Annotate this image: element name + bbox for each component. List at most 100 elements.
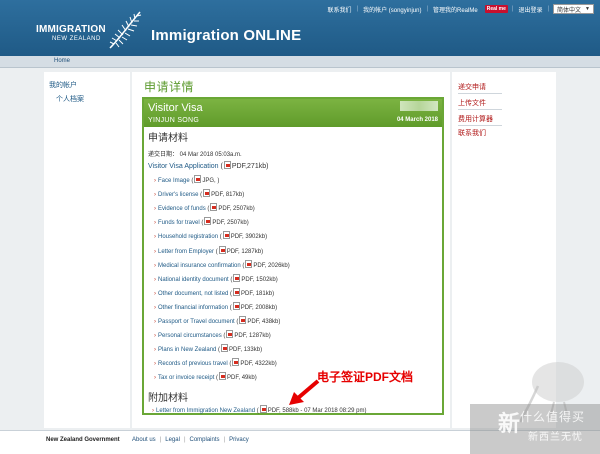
- paren: ): [252, 206, 255, 213]
- red-arrow-icon: [289, 379, 320, 405]
- document-link[interactable]: Passport or Travel document: [158, 319, 235, 325]
- page-title: 申请详情: [144, 80, 195, 94]
- paren: (: [200, 192, 203, 199]
- arrow-icon: ›: [154, 220, 156, 227]
- paren: (: [220, 163, 223, 170]
- pdf-icon: [203, 189, 211, 198]
- pdf-icon: [194, 175, 202, 183]
- document-link[interactable]: Other financial information: [158, 305, 228, 311]
- document-link[interactable]: Evidence of funds: [158, 206, 206, 212]
- application-form-row: Visitor Visa Application (PDF,271kb): [148, 161, 268, 170]
- document-link[interactable]: Records of previous travel: [158, 361, 228, 367]
- paren: (: [236, 319, 239, 325]
- nz-government-logo[interactable]: New Zealand Government: [46, 437, 120, 443]
- document-link[interactable]: Household registration: [158, 234, 218, 240]
- footer-links: About us | Legal | Complaints | Privacy: [132, 437, 249, 443]
- paren: (: [201, 220, 204, 227]
- document-info: PDF, 1287kb: [226, 248, 262, 255]
- document-link[interactable]: Personal circumstances: [158, 333, 222, 339]
- arrow-icon: ›: [154, 248, 156, 255]
- legal-link[interactable]: Legal: [165, 437, 180, 443]
- paren: ): [242, 192, 245, 199]
- about-us-link[interactable]: About us: [132, 437, 156, 443]
- submit-application-link[interactable]: 递交申请: [458, 82, 486, 92]
- arrow-icon: ›: [154, 234, 156, 241]
- document-link[interactable]: Face Image: [158, 178, 190, 184]
- top-links: 联系我们 | 我的帐户 (songyinjun) | 管理我的RealMe Re…: [323, 4, 594, 14]
- paren: (: [218, 347, 221, 354]
- document-row: › Passport or Travel document (PDF, 438kb…: [154, 316, 280, 325]
- paren: ): [265, 234, 268, 241]
- arrow-icon: ›: [154, 290, 156, 297]
- applicant-name: YINJUN SONG: [148, 117, 200, 124]
- home-link[interactable]: Home: [54, 58, 70, 64]
- left-sidebar: 我的帐户 个人档案: [44, 72, 130, 428]
- upload-files-link[interactable]: 上传文件: [458, 98, 486, 108]
- realme-badge[interactable]: Real me: [484, 5, 508, 13]
- paren: (: [230, 290, 233, 297]
- document-link[interactable]: Tax or invoice receipt: [158, 375, 214, 381]
- logout-link[interactable]: 退出登录: [513, 5, 547, 14]
- letter-link[interactable]: Letter from Immigration New Zealand: [156, 408, 255, 414]
- paren: (: [216, 375, 219, 382]
- logo-text[interactable]: IMMIGRATION: [36, 24, 106, 35]
- paren: (: [219, 234, 222, 241]
- document-row: › Personal circumstances (PDF, 1287kb): [154, 330, 271, 339]
- divider: [458, 125, 502, 126]
- language-select[interactable]: 简体中文 ▼: [553, 4, 594, 14]
- site-header: IMMIGRATION NEW ZEALAND Immigration ONLI…: [0, 0, 600, 56]
- paren: ): [275, 276, 278, 283]
- arrow-icon: ›: [154, 262, 156, 269]
- paren: ): [266, 163, 269, 170]
- fee-calculator-link[interactable]: 费用计算器: [458, 114, 493, 124]
- complaints-link[interactable]: Complaints: [190, 437, 220, 443]
- separator: |: [223, 437, 226, 443]
- document-link[interactable]: Driver's license: [158, 192, 199, 198]
- sidebar-item-profile[interactable]: 个人档案: [56, 94, 84, 104]
- pdf-icon: [204, 217, 212, 226]
- paren: ): [275, 304, 278, 311]
- language-value: 简体中文: [557, 7, 582, 14]
- document-row: › Plans in New Zealand (PDF, 133kb): [154, 344, 262, 353]
- watermark-text: 什么值得买: [520, 410, 586, 424]
- my-account-link[interactable]: 我的帐户 (songyinjun): [358, 5, 426, 14]
- contact-us-sidebar-link[interactable]: 联系我们: [458, 128, 486, 138]
- paren: (: [229, 304, 232, 311]
- privacy-link[interactable]: Privacy: [229, 437, 249, 443]
- document-info: PDF, 2507kb: [218, 206, 253, 213]
- logo-subtext[interactable]: NEW ZEALAND: [52, 36, 101, 42]
- document-link[interactable]: Medical insurance confirmation: [158, 263, 241, 269]
- document-row: › Letter from Employer (PDF, 1287kb): [154, 245, 263, 255]
- document-link[interactable]: Funds for travel: [158, 220, 200, 226]
- pdf-icon: [210, 203, 218, 212]
- visa-type: Visitor Visa: [148, 102, 203, 114]
- paren: ): [268, 333, 271, 340]
- letter-info: PDF, 588kb - 07 Mar 2018 08:29 pm: [267, 408, 365, 414]
- paren: (: [191, 178, 194, 184]
- contact-us-link[interactable]: 联系我们: [323, 5, 357, 14]
- visa-header: Visitor Visa YINJUN SONG 04 March 2018: [144, 99, 442, 127]
- manage-realme-link[interactable]: 管理我的RealMe: [428, 5, 483, 14]
- document-link[interactable]: National identity document: [158, 277, 229, 283]
- paren: ): [217, 178, 220, 184]
- pdf-icon: [239, 316, 247, 324]
- watermark-big-char: 新: [498, 411, 521, 436]
- document-row: › Records of previous travel (PDF, 4322kb…: [154, 358, 277, 367]
- paren: ): [274, 361, 277, 368]
- application-form-link[interactable]: Visitor Visa Application: [148, 163, 219, 170]
- arrow-icon: ›: [154, 276, 156, 283]
- paren: ): [278, 319, 281, 325]
- document-link[interactable]: Other document, not listed: [158, 291, 228, 297]
- pdf-icon: [259, 405, 267, 413]
- sidebar-item-my-account[interactable]: 我的帐户: [49, 80, 77, 90]
- document-info: PDF, 817kb: [211, 192, 243, 199]
- document-link[interactable]: Plans in New Zealand: [158, 347, 216, 353]
- arrow-icon: ›: [154, 347, 156, 354]
- materials-title: 申请材料: [148, 133, 188, 144]
- document-info: PDF, 2008kb: [240, 304, 276, 311]
- document-row: › Medical insurance confirmation (PDF, 20…: [154, 259, 290, 269]
- document-row: › Household registration (PDF, 3902kb): [154, 231, 267, 240]
- document-link[interactable]: Letter from Employer: [158, 249, 214, 255]
- document-info: PDF, 2507kb: [212, 220, 247, 227]
- paren: (: [242, 262, 245, 269]
